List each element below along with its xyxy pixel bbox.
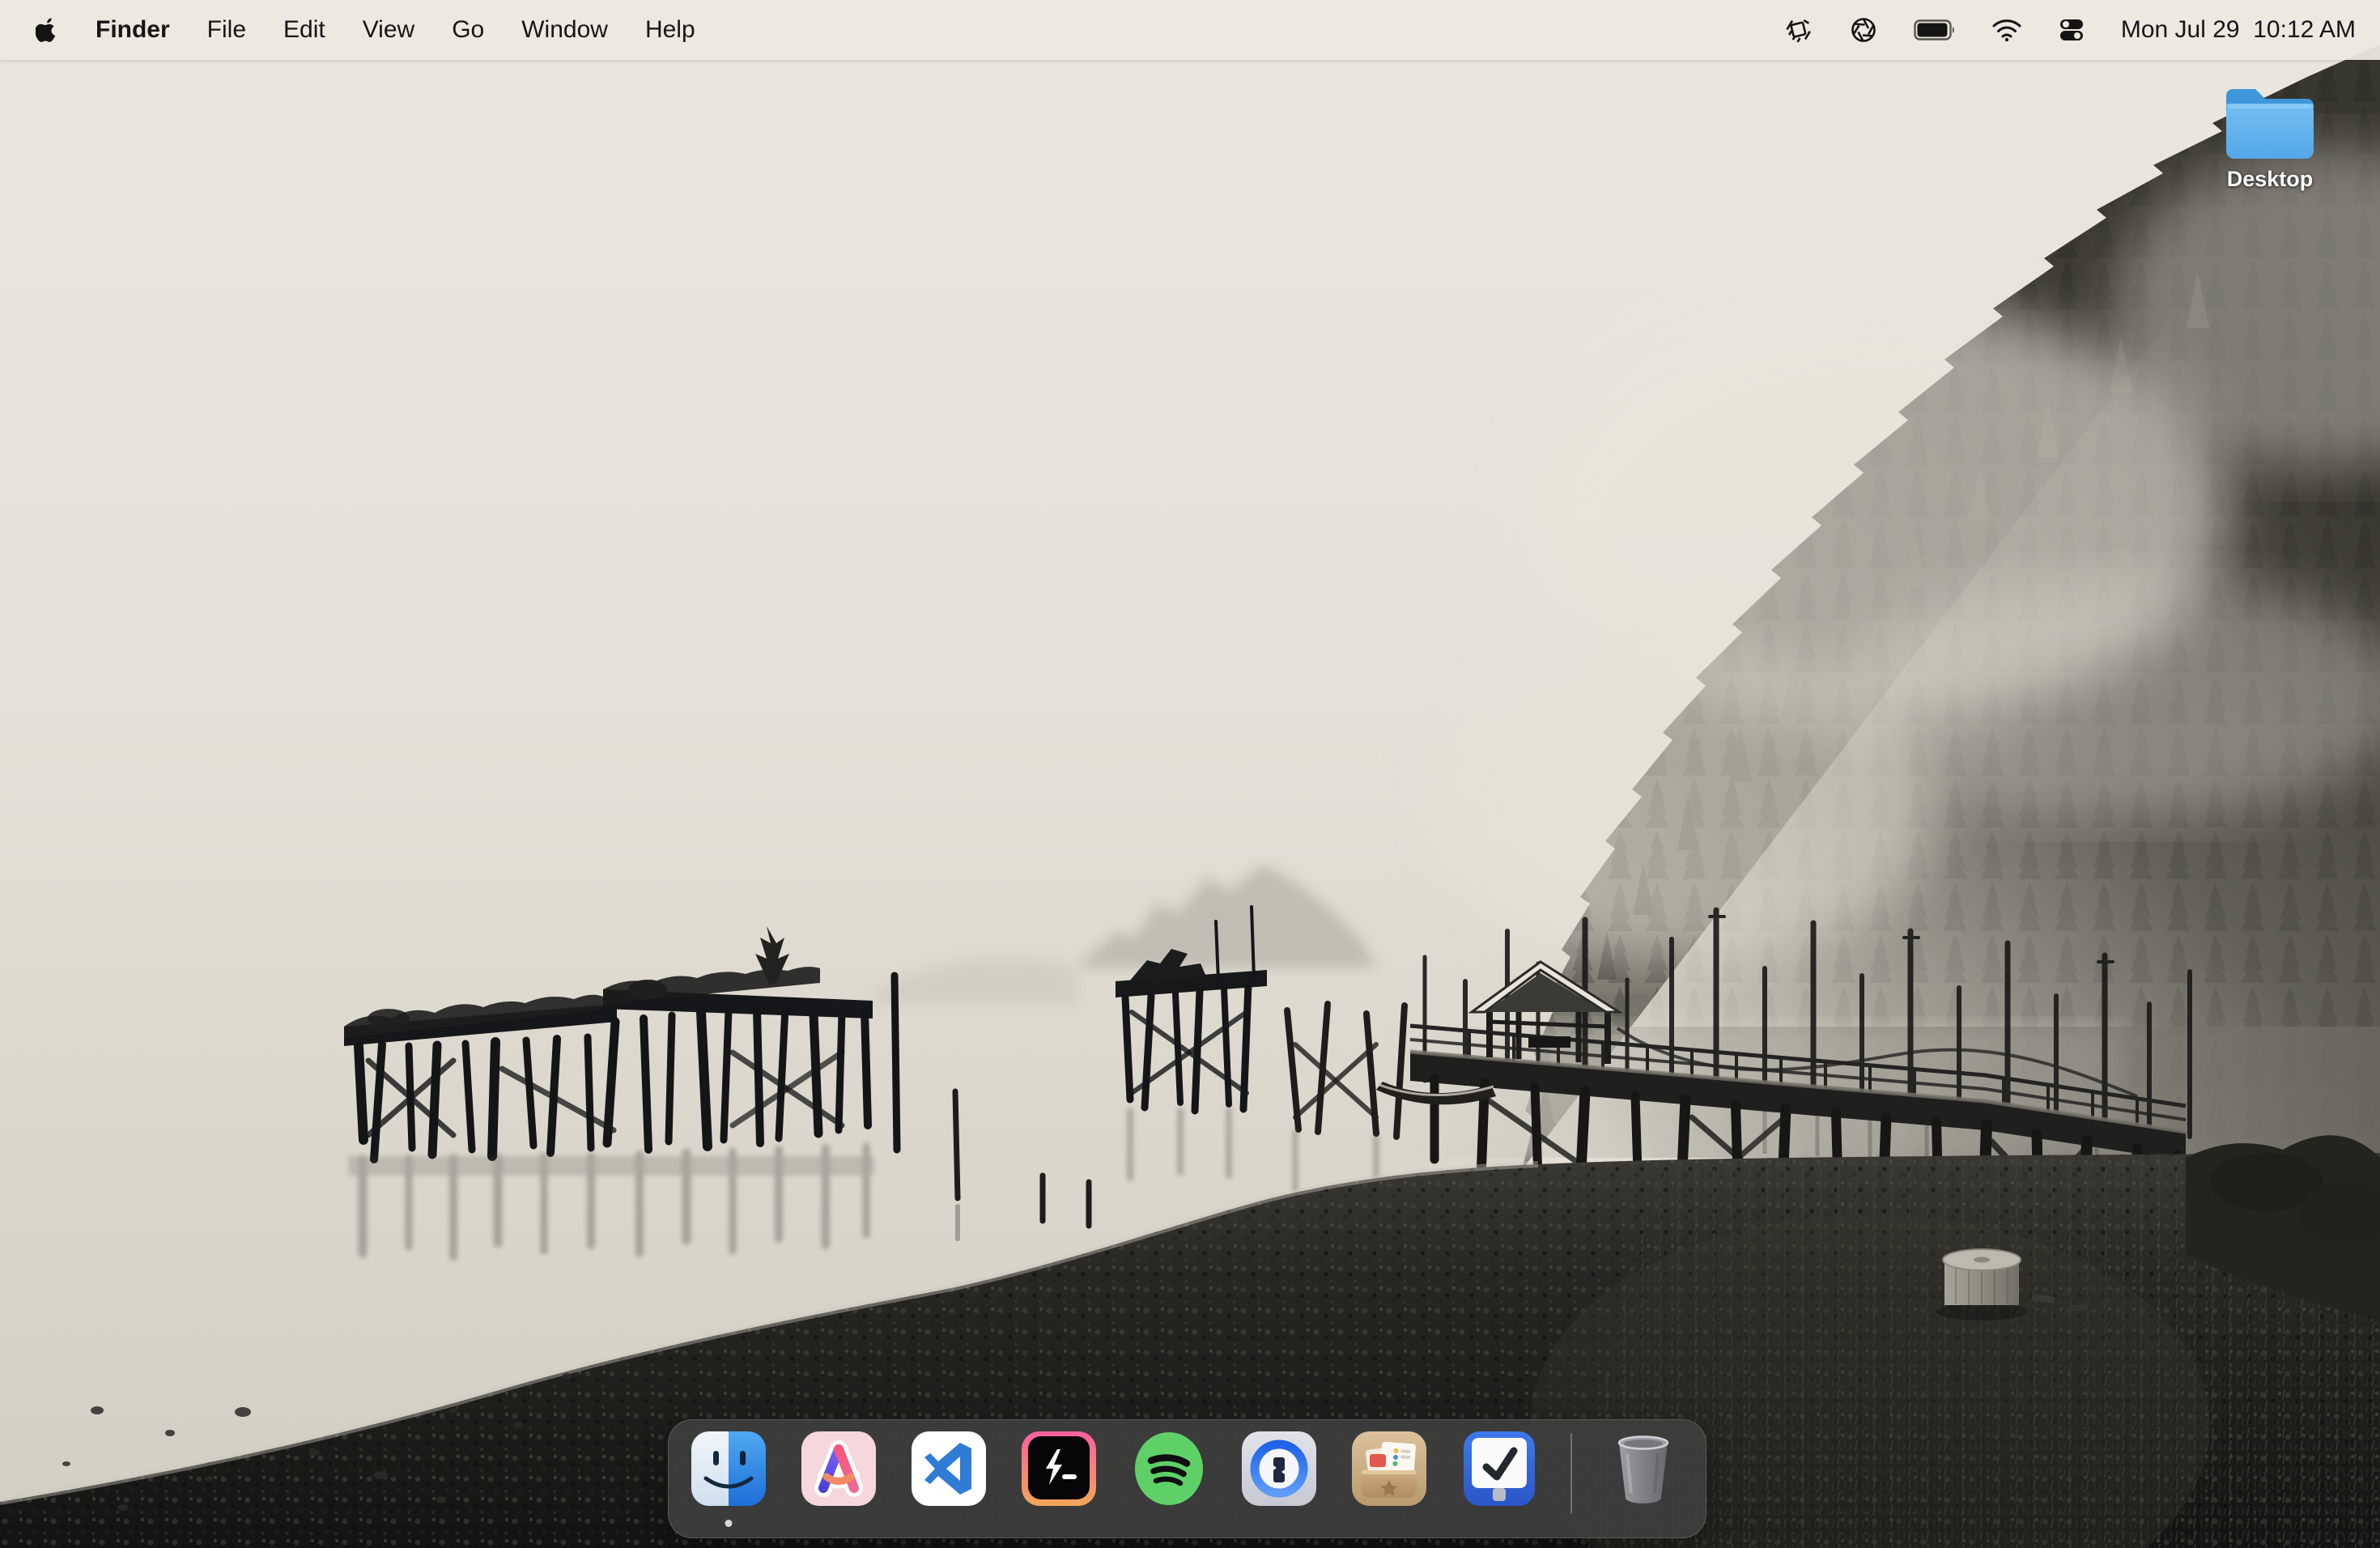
vscode-logo <box>910 1430 988 1508</box>
keycap-icon[interactable] <box>1784 15 1813 45</box>
dock-cards-app-icon[interactable] <box>1350 1430 1428 1508</box>
dock-trash-icon[interactable] <box>1604 1430 1682 1508</box>
warp-terminal-logo <box>1020 1430 1098 1508</box>
wifi-icon[interactable] <box>1991 18 2022 42</box>
macos-desktop: Finder File Edit View Go Window Help <box>0 0 2380 1548</box>
menu-go[interactable]: Go <box>452 16 484 44</box>
desktop-folder-icon[interactable]: Desktop <box>2215 81 2325 192</box>
running-indicator <box>725 1520 733 1527</box>
arc-browser-logo <box>800 1430 878 1508</box>
wifi-glyph <box>1991 18 2022 42</box>
1password-logo <box>1240 1430 1318 1508</box>
battery-icon[interactable] <box>1914 19 1956 40</box>
dock <box>668 1419 1706 1538</box>
dock-warp-terminal-icon[interactable] <box>1020 1430 1098 1508</box>
aperture-icon[interactable] <box>1849 15 1878 45</box>
battery-glyph <box>1914 19 1956 40</box>
folder-icon <box>2221 81 2319 160</box>
menu-edit[interactable]: Edit <box>283 16 325 44</box>
dock-1password-icon[interactable] <box>1240 1430 1318 1508</box>
things-checkmark-logo <box>1460 1430 1538 1508</box>
dock-arc-browser-icon[interactable] <box>800 1430 878 1508</box>
menu-view[interactable]: View <box>363 16 414 44</box>
wallpaper-scene <box>0 0 2380 1548</box>
keycap-glyph <box>1784 15 1813 45</box>
control-center-glyph <box>2058 18 2085 42</box>
apple-menu[interactable] <box>36 17 58 43</box>
menu-app-name[interactable]: Finder <box>96 16 170 44</box>
desktop-surface[interactable] <box>0 0 2380 1548</box>
menu-window[interactable]: Window <box>521 16 608 44</box>
finder-face-icon <box>690 1430 767 1508</box>
menu-help[interactable]: Help <box>645 16 695 44</box>
aperture-glyph <box>1849 15 1878 45</box>
trash-basket <box>1604 1430 1682 1508</box>
cards-box-logo <box>1350 1430 1428 1508</box>
dock-divider <box>1570 1433 1572 1514</box>
dock-vscode-icon[interactable] <box>910 1430 988 1508</box>
menu-bar-clock[interactable]: Mon Jul 29 10:12 AM <box>2121 16 2356 44</box>
dock-things-icon[interactable] <box>1460 1430 1538 1508</box>
spotify-logo <box>1130 1430 1208 1508</box>
dock-spotify-icon[interactable] <box>1130 1430 1208 1508</box>
apple-logo-icon <box>36 17 58 43</box>
desktop-folder-label: Desktop <box>2227 167 2314 192</box>
menu-file[interactable]: File <box>207 16 246 44</box>
dock-finder-icon[interactable] <box>690 1430 767 1508</box>
menu-bar: Finder File Edit View Go Window Help <box>0 0 2380 60</box>
control-center-icon[interactable] <box>2058 18 2085 42</box>
